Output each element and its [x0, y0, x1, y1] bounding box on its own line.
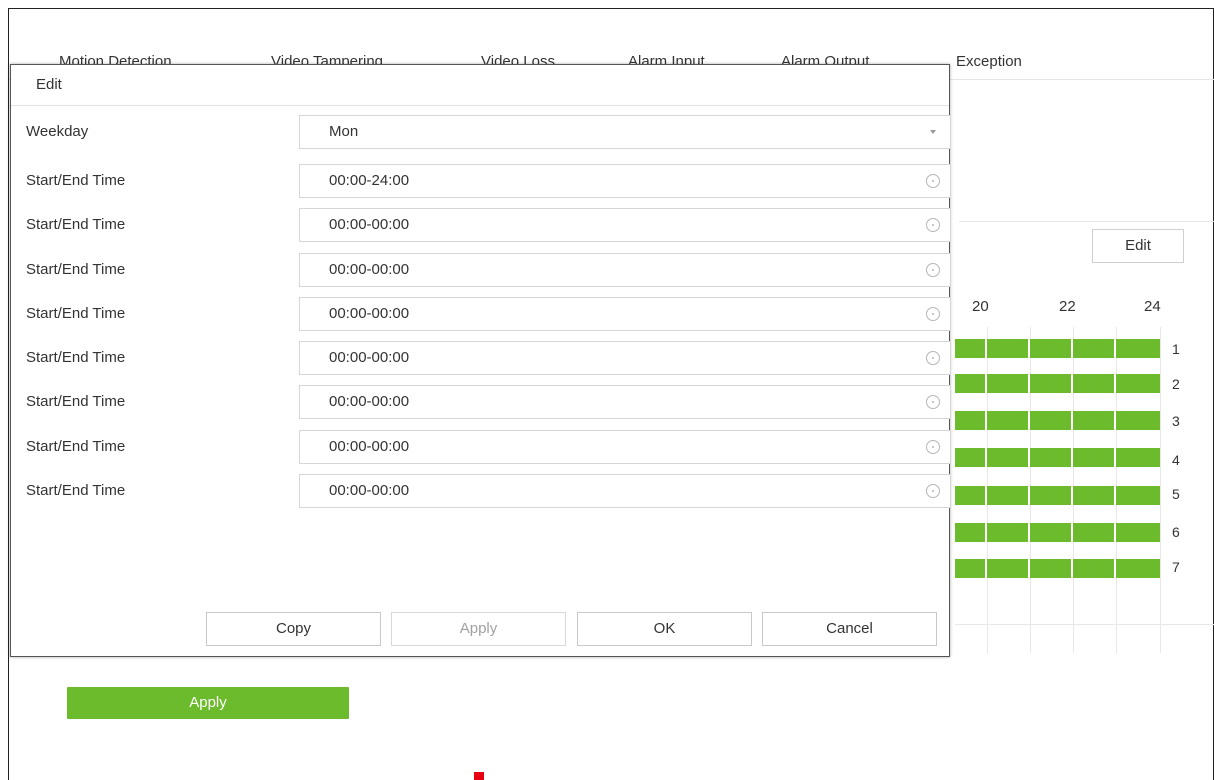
day-number: 5	[1172, 486, 1180, 502]
time-label-4: Start/End Time	[26, 305, 126, 322]
clock-icon[interactable]	[925, 394, 941, 410]
time-field-3[interactable]: 00:00-00:00	[299, 253, 951, 287]
schedule-edit-button[interactable]: Edit	[1092, 229, 1184, 263]
time-field-4[interactable]: 00:00-00:00	[299, 297, 951, 331]
time-field-6[interactable]: 00:00-00:00	[299, 385, 951, 419]
clock-icon[interactable]	[925, 173, 941, 189]
time-value-2: 00:00-00:00	[329, 216, 410, 233]
time-field-8[interactable]: 00:00-00:00	[299, 474, 951, 508]
dialog-title: Edit	[36, 76, 62, 93]
time-label-1: Start/End Time	[26, 172, 126, 189]
time-label-6: Start/End Time	[26, 393, 126, 410]
time-field-1[interactable]: 00:00-24:00	[299, 164, 951, 198]
time-label-3: Start/End Time	[26, 261, 126, 278]
day-number: 1	[1172, 341, 1180, 357]
grid-line	[1160, 327, 1161, 653]
grid-line	[955, 624, 1214, 625]
time-value-4: 00:00-00:00	[329, 305, 410, 322]
time-label-7: Start/End Time	[26, 438, 126, 455]
time-label-5: Start/End Time	[26, 349, 126, 366]
clock-icon[interactable]	[925, 217, 941, 233]
section-divider	[959, 221, 1214, 222]
dialog-apply-button[interactable]: Apply	[391, 612, 566, 646]
schedule-bar	[955, 411, 1160, 430]
hour-label-24: 24	[1144, 298, 1161, 315]
schedule-grid[interactable]: 1 2 3 4 5 6 7	[955, 327, 1214, 653]
tab-exception[interactable]: Exception	[956, 47, 1022, 77]
day-number: 7	[1172, 559, 1180, 575]
day-number: 2	[1172, 376, 1180, 392]
time-field-5[interactable]: 00:00-00:00	[299, 341, 951, 375]
time-value-3: 00:00-00:00	[329, 261, 410, 278]
weekday-value: Mon	[329, 123, 359, 140]
time-value-8: 00:00-00:00	[329, 482, 410, 499]
weekday-select[interactable]: Mon	[299, 115, 951, 149]
time-value-5: 00:00-00:00	[329, 349, 410, 366]
time-value-6: 00:00-00:00	[329, 393, 410, 410]
schedule-bar	[955, 339, 1160, 358]
dialog-title-divider	[11, 105, 949, 106]
time-value-7: 00:00-00:00	[329, 438, 410, 455]
schedule-bar	[955, 448, 1160, 467]
clock-icon[interactable]	[925, 483, 941, 499]
day-number: 6	[1172, 524, 1180, 540]
hour-label-22: 22	[1059, 298, 1076, 315]
edit-dialog: Edit Weekday Mon Start/End Time 00:00-24…	[10, 64, 951, 657]
clock-icon[interactable]	[925, 306, 941, 322]
weekday-label: Weekday	[26, 123, 89, 140]
clock-icon[interactable]	[925, 350, 941, 366]
schedule-bar	[955, 374, 1160, 393]
ok-button[interactable]: OK	[577, 612, 752, 646]
cancel-button[interactable]: Cancel	[762, 612, 937, 646]
clock-icon[interactable]	[925, 262, 941, 278]
chevron-down-icon	[930, 130, 936, 134]
time-value-1: 00:00-24:00	[329, 172, 410, 189]
hour-label-20: 20	[972, 298, 989, 315]
copy-button[interactable]: Copy	[206, 612, 381, 646]
stage: Motion Detection Video Tampering Video L…	[0, 0, 1214, 780]
schedule-bar	[955, 523, 1160, 542]
schedule-bar	[955, 559, 1160, 578]
red-marker	[474, 772, 484, 780]
time-field-2[interactable]: 00:00-00:00	[299, 208, 951, 242]
time-label-2: Start/End Time	[26, 216, 126, 233]
apply-button[interactable]: Apply	[67, 687, 349, 719]
schedule-bar	[955, 486, 1160, 505]
day-number: 3	[1172, 413, 1180, 429]
time-label-8: Start/End Time	[26, 482, 126, 499]
day-number: 4	[1172, 452, 1180, 468]
clock-icon[interactable]	[925, 439, 941, 455]
time-field-7[interactable]: 00:00-00:00	[299, 430, 951, 464]
